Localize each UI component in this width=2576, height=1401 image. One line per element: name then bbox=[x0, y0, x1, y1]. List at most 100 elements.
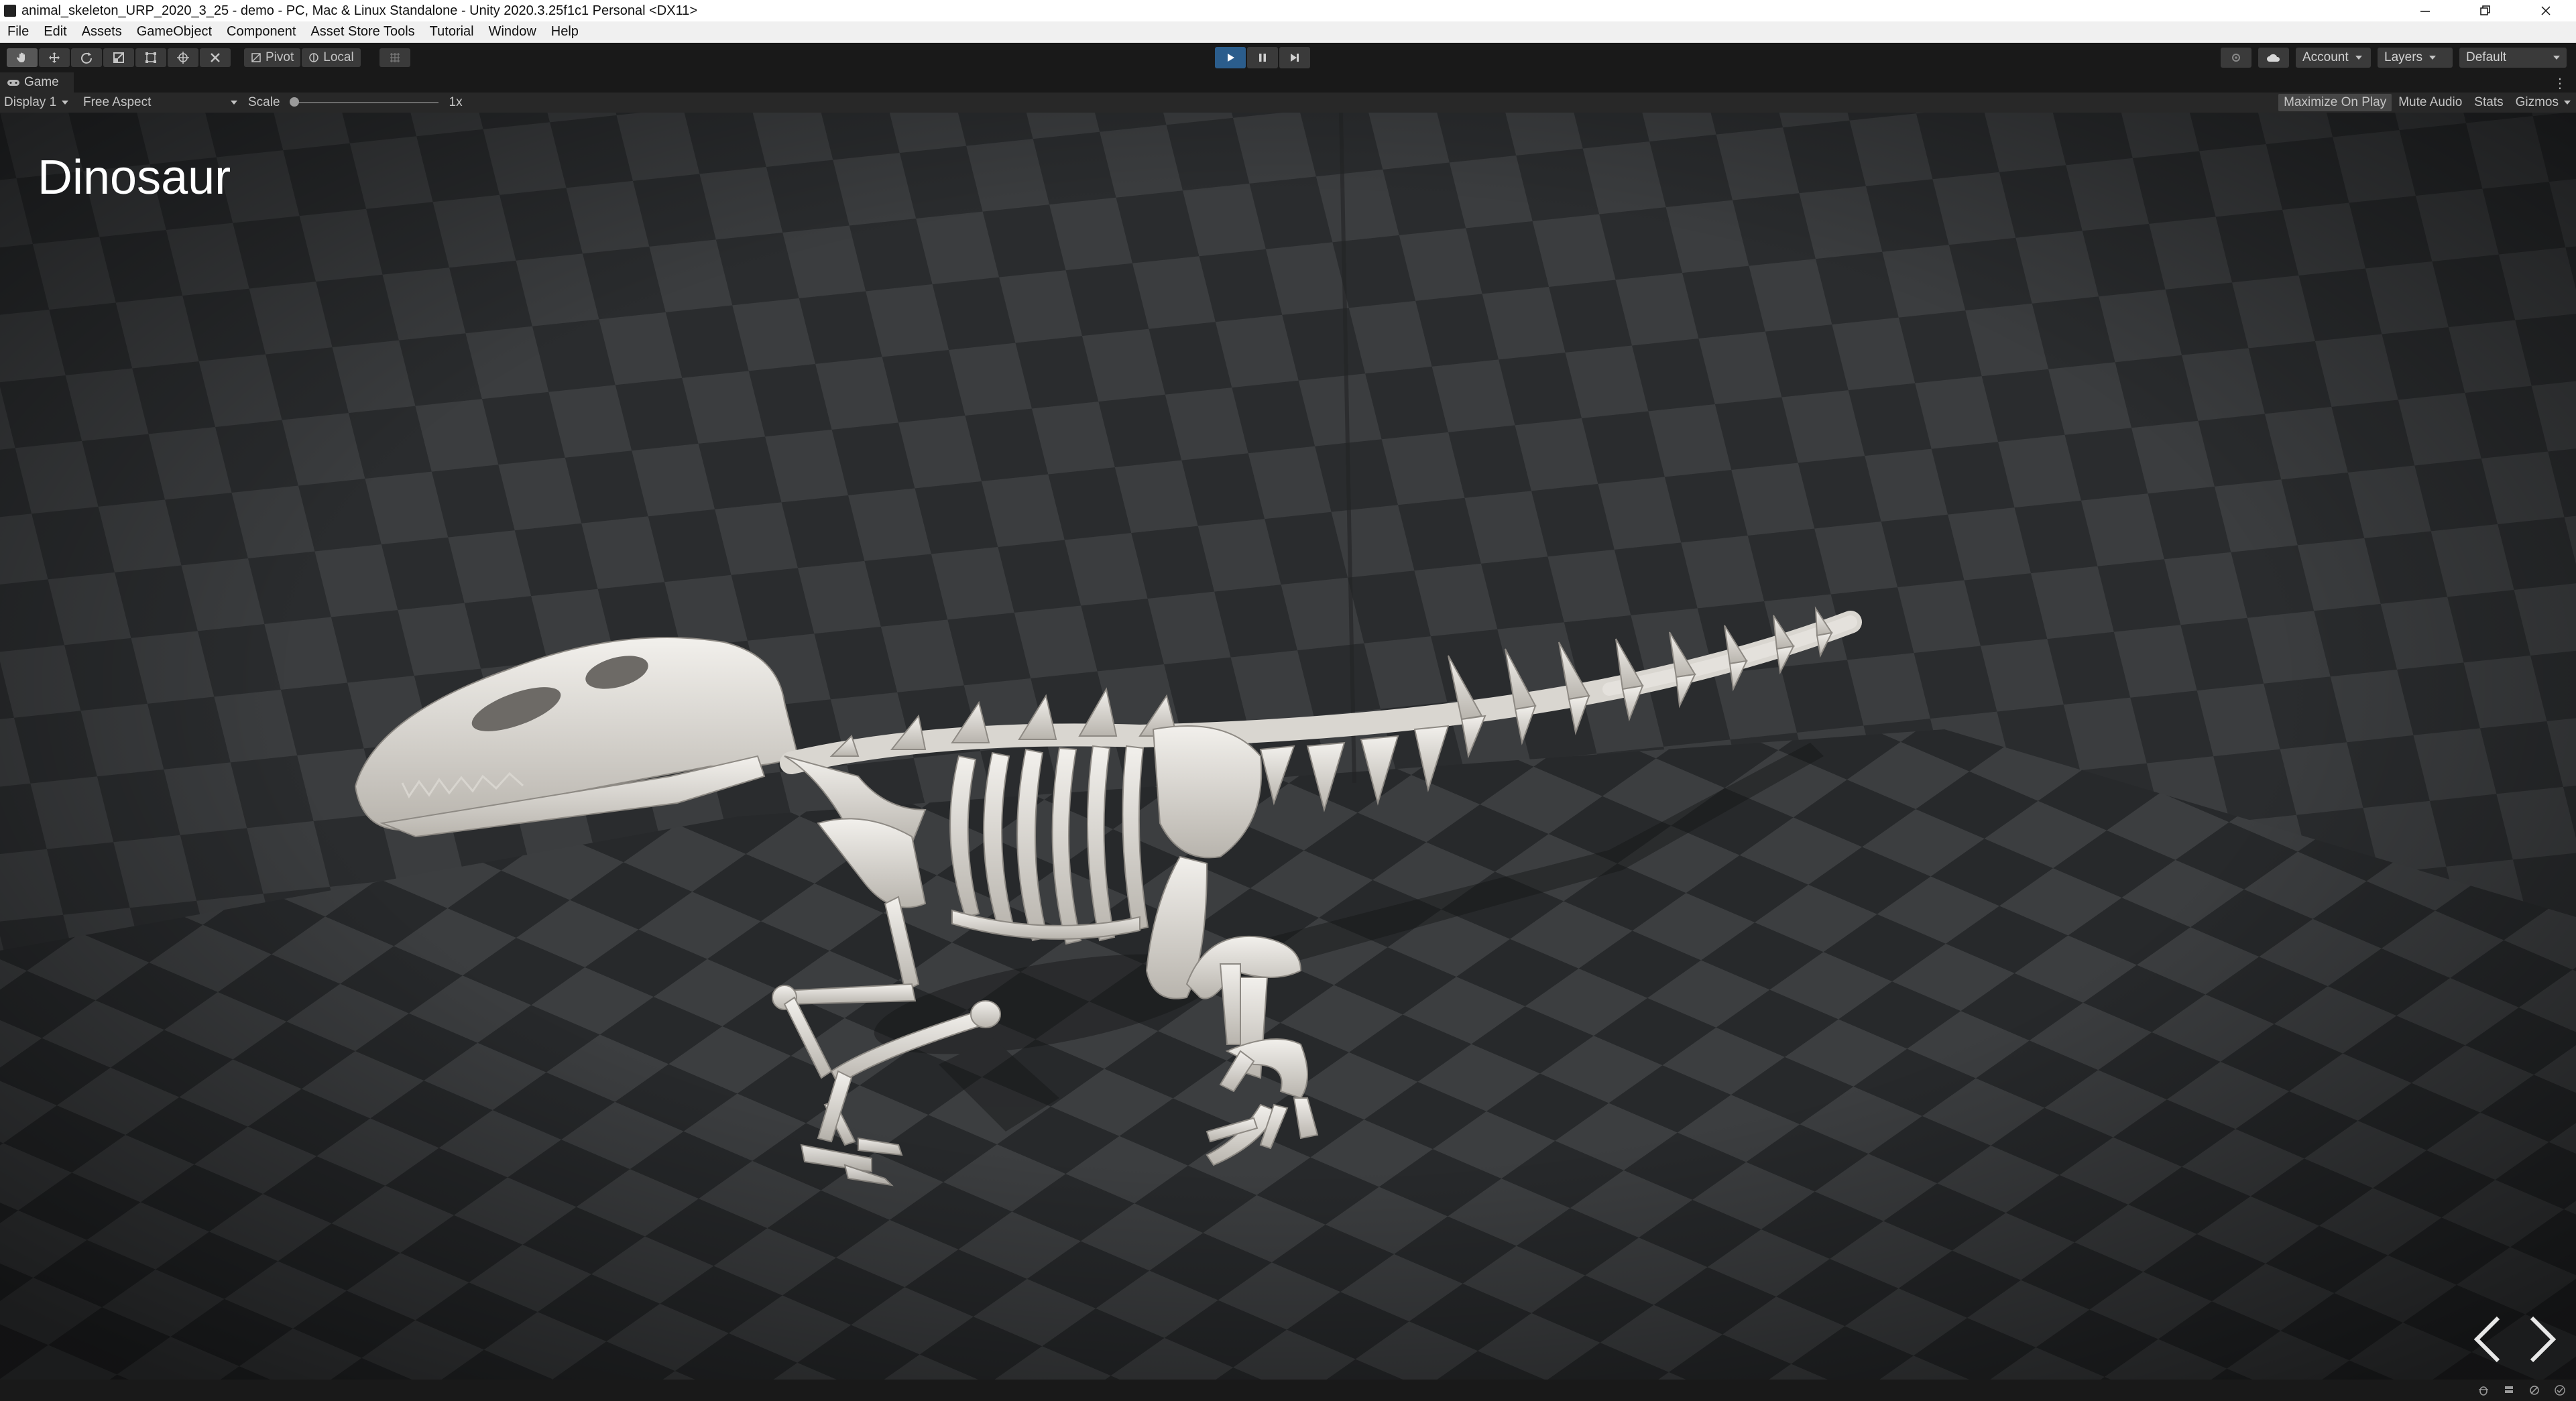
scale-slider[interactable] bbox=[289, 97, 438, 107]
aspect-dropdown[interactable]: Free Aspect bbox=[83, 93, 237, 113]
snap-controls bbox=[379, 48, 410, 67]
check-icon[interactable] bbox=[2552, 1383, 2568, 1398]
pivot-controls: Pivot Local bbox=[244, 48, 361, 67]
layout-dropdown[interactable]: Default bbox=[2459, 48, 2567, 68]
custom-tool-button[interactable] bbox=[200, 48, 231, 67]
rect-tool-button[interactable] bbox=[135, 48, 166, 67]
local-icon bbox=[309, 53, 318, 62]
transform-all-icon bbox=[177, 52, 189, 64]
unity-app-icon bbox=[4, 5, 16, 17]
bug-icon[interactable] bbox=[2475, 1383, 2492, 1398]
menu-bar: File Edit Assets GameObject Component As… bbox=[0, 21, 2576, 43]
chevron-right-icon[interactable] bbox=[2522, 1313, 2563, 1366]
scale-control: Scale 1x bbox=[248, 93, 463, 113]
restore-icon bbox=[2480, 5, 2490, 15]
chevron-left-icon[interactable] bbox=[2467, 1313, 2508, 1366]
scene-render bbox=[0, 113, 2576, 1380]
step-button[interactable] bbox=[1279, 47, 1310, 68]
chevron-down-icon bbox=[62, 101, 69, 105]
pivot-toggle[interactable]: Pivot bbox=[244, 48, 301, 67]
menu-window[interactable]: Window bbox=[481, 24, 544, 40]
move-icon bbox=[49, 52, 60, 63]
menu-gameobject[interactable]: GameObject bbox=[129, 24, 219, 40]
chevron-down-icon bbox=[2553, 56, 2560, 60]
tab-game[interactable]: Game bbox=[0, 72, 74, 93]
pivot-icon bbox=[251, 53, 261, 62]
vignette bbox=[0, 113, 2576, 1380]
gamepad-icon bbox=[7, 80, 19, 86]
gizmos-label: Gizmos bbox=[2515, 95, 2559, 109]
close-icon bbox=[2541, 6, 2551, 15]
menu-edit[interactable]: Edit bbox=[36, 24, 74, 40]
chevron-down-icon bbox=[2355, 56, 2362, 60]
rotate-tool-button[interactable] bbox=[71, 48, 102, 67]
window-title: animal_skeleton_URP_2020_3_25 - demo - P… bbox=[21, 3, 698, 18]
window-controls bbox=[2395, 0, 2576, 21]
maximize-on-play-toggle[interactable]: Maximize On Play bbox=[2278, 94, 2392, 111]
transform-tools bbox=[7, 48, 231, 67]
layers-stack-icon[interactable] bbox=[2501, 1383, 2517, 1398]
menu-asset-store-tools[interactable]: Asset Store Tools bbox=[303, 24, 422, 40]
scale-icon bbox=[113, 52, 124, 63]
close-button[interactable] bbox=[2516, 0, 2576, 21]
menu-assets[interactable]: Assets bbox=[74, 24, 129, 40]
scene-title: Dinosaur bbox=[38, 151, 231, 204]
menu-component[interactable]: Component bbox=[219, 24, 303, 40]
mute-audio-toggle[interactable]: Mute Audio bbox=[2393, 94, 2467, 111]
display-label: Display 1 bbox=[4, 95, 57, 109]
auto-generate-icon[interactable] bbox=[2526, 1383, 2542, 1398]
rotate-icon bbox=[81, 52, 92, 64]
scale-slider-handle[interactable] bbox=[289, 97, 299, 107]
maximize-on-play-label: Maximize On Play bbox=[2284, 95, 2387, 109]
window-title-bar: animal_skeleton_URP_2020_3_25 - demo - P… bbox=[0, 0, 2576, 21]
step-icon bbox=[1291, 54, 1299, 62]
chevron-down-icon bbox=[2429, 56, 2437, 60]
collab-button[interactable] bbox=[2221, 48, 2251, 68]
main-toolbar: Pivot Local Account Layers Default bbox=[0, 43, 2576, 72]
menu-file[interactable]: File bbox=[0, 24, 36, 40]
toolbar-right: Account Layers Default bbox=[2221, 48, 2567, 68]
rect-transform-icon bbox=[145, 52, 156, 63]
cloud-icon bbox=[2267, 54, 2280, 62]
stats-toggle[interactable]: Stats bbox=[2469, 94, 2508, 111]
pause-icon bbox=[1259, 54, 1266, 62]
play-controls bbox=[1215, 47, 1310, 68]
move-tool-button[interactable] bbox=[39, 48, 70, 67]
layers-dropdown[interactable]: Layers bbox=[2378, 48, 2453, 68]
gear-icon bbox=[2232, 54, 2240, 62]
status-bar bbox=[0, 1380, 2576, 1401]
account-dropdown[interactable]: Account bbox=[2296, 48, 2371, 68]
game-view-toolbar: Display 1 Free Aspect Scale 1x Maximize … bbox=[0, 93, 2576, 113]
pause-button[interactable] bbox=[1247, 47, 1278, 68]
layers-label: Layers bbox=[2384, 50, 2423, 64]
restore-button[interactable] bbox=[2455, 0, 2516, 21]
menu-help[interactable]: Help bbox=[544, 24, 586, 40]
wrench-icon bbox=[211, 53, 220, 62]
more-options-icon[interactable]: ⋮ bbox=[2553, 75, 2567, 92]
pivot-label: Pivot bbox=[266, 50, 294, 64]
game-tab-strip: Game ⋮ bbox=[0, 72, 2576, 93]
scale-value: 1x bbox=[449, 95, 463, 109]
play-button[interactable] bbox=[1215, 47, 1246, 68]
chevron-down-icon bbox=[2564, 101, 2571, 105]
account-label: Account bbox=[2302, 50, 2349, 64]
status-icons bbox=[2475, 1383, 2568, 1398]
gizmos-dropdown[interactable]: Gizmos bbox=[2510, 94, 2576, 111]
scale-tool-button[interactable] bbox=[103, 48, 134, 67]
layout-label: Default bbox=[2466, 50, 2507, 64]
local-label: Local bbox=[323, 50, 354, 64]
menu-tutorial[interactable]: Tutorial bbox=[422, 24, 481, 40]
grid-snap-button[interactable] bbox=[379, 48, 410, 67]
transform-tool-button[interactable] bbox=[168, 48, 198, 67]
game-view-options: Maximize On Play Mute Audio Stats Gizmos bbox=[2278, 93, 2576, 113]
cloud-button[interactable] bbox=[2258, 48, 2289, 68]
local-toggle[interactable]: Local bbox=[302, 48, 361, 67]
minimize-button[interactable] bbox=[2395, 0, 2455, 21]
stats-label: Stats bbox=[2474, 95, 2504, 109]
game-viewport[interactable]: Dinosaur bbox=[0, 113, 2576, 1380]
hand-tool-button[interactable] bbox=[7, 48, 38, 67]
display-dropdown[interactable]: Display 1 bbox=[4, 93, 69, 113]
play-icon bbox=[1228, 54, 1234, 62]
minimize-icon bbox=[2420, 11, 2430, 12]
chevron-down-icon bbox=[231, 101, 237, 105]
